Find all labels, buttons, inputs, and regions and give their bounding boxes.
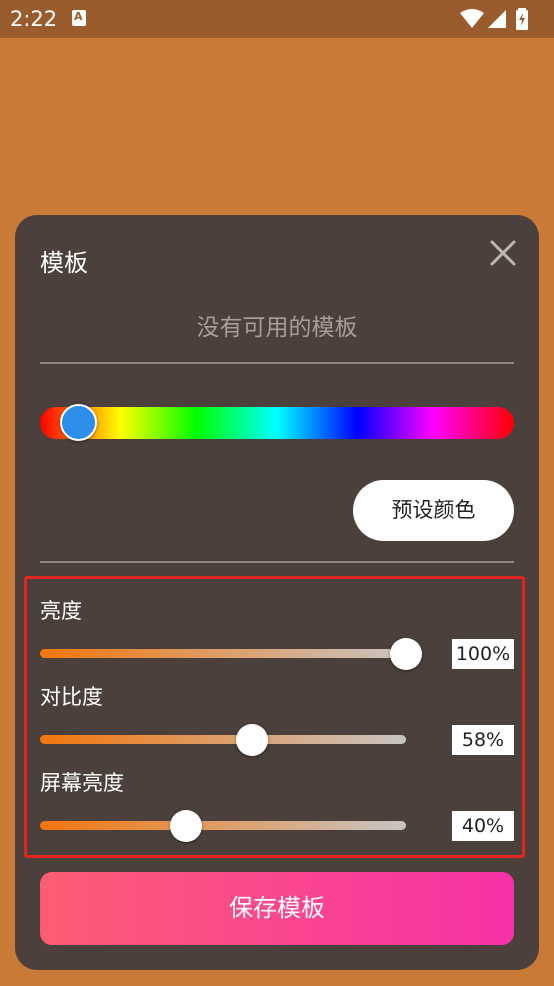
signal-icon xyxy=(488,10,506,28)
dialog-title: 模板 xyxy=(40,249,88,277)
brightness-value: 100% xyxy=(452,639,514,669)
hue-slider-thumb[interactable] xyxy=(60,404,97,441)
contrast-label: 对比度 xyxy=(40,685,103,709)
close-icon[interactable] xyxy=(489,239,517,267)
divider xyxy=(40,362,514,364)
status-time: 2:22 xyxy=(10,7,58,31)
contrast-slider-track[interactable] xyxy=(40,735,406,744)
status-icons xyxy=(460,8,540,30)
wifi-icon xyxy=(460,9,484,28)
save-template-button[interactable]: 保存模板 xyxy=(40,872,514,945)
brightness-label: 亮度 xyxy=(40,599,82,623)
contrast-value: 58% xyxy=(452,725,514,755)
screen-brightness-slider-track[interactable] xyxy=(40,821,406,830)
battery-icon xyxy=(516,8,528,30)
brightness-slider-track[interactable] xyxy=(40,649,406,658)
app-notification-icon xyxy=(72,10,86,26)
divider xyxy=(40,561,514,563)
empty-templates-message: 没有可用的模板 xyxy=(196,315,358,341)
preset-colors-button[interactable]: 预设颜色 xyxy=(353,480,514,541)
status-bar: 2:22 xyxy=(0,0,554,38)
screen-brightness-value: 40% xyxy=(452,811,514,841)
brightness-slider-thumb[interactable] xyxy=(390,638,422,670)
hue-slider[interactable] xyxy=(40,407,514,439)
sliders-highlight-box xyxy=(24,576,525,858)
screen-brightness-label: 屏幕亮度 xyxy=(40,771,124,795)
template-dialog: 模板 没有可用的模板 预设颜色 亮度 100% 对比度 58% 屏幕亮度 40%… xyxy=(15,215,539,970)
